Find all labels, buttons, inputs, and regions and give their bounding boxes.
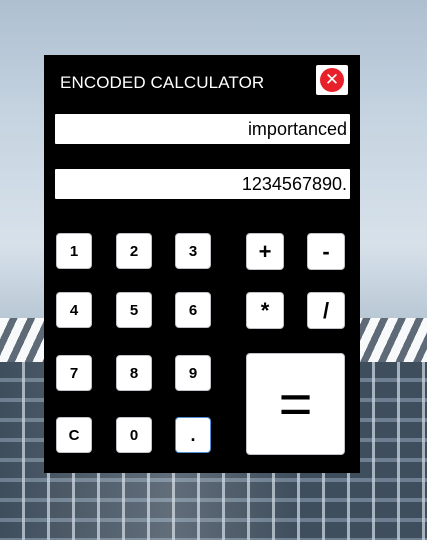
clear-button[interactable]: C xyxy=(56,417,92,453)
key-6[interactable]: 6 xyxy=(175,292,211,328)
key-5[interactable]: 5 xyxy=(116,292,152,328)
encoded-word-display: importanced xyxy=(55,114,350,144)
key-7[interactable]: 7 xyxy=(56,355,92,391)
window-title: ENCODED CALCULATOR xyxy=(60,73,265,92)
key-2[interactable]: 2 xyxy=(116,233,152,269)
close-icon: ✕ xyxy=(320,68,344,92)
equals-button[interactable]: = xyxy=(246,353,345,455)
key-3[interactable]: 3 xyxy=(175,233,211,269)
key-9[interactable]: 9 xyxy=(175,355,211,391)
key-8[interactable]: 8 xyxy=(116,355,152,391)
divide-button[interactable]: / xyxy=(307,292,345,329)
plus-button[interactable]: + xyxy=(246,233,284,270)
close-button[interactable]: ✕ xyxy=(316,65,348,95)
key-4[interactable]: 4 xyxy=(56,292,92,328)
calculator-window: ENCODED CALCULATOR ✕ importanced 1234567… xyxy=(44,55,360,473)
number-display: 1234567890. xyxy=(55,169,350,199)
decimal-point-button[interactable]: . xyxy=(175,417,211,453)
multiply-button[interactable]: * xyxy=(246,292,284,329)
key-1[interactable]: 1 xyxy=(56,233,92,269)
minus-button[interactable]: - xyxy=(307,233,345,270)
key-0[interactable]: 0 xyxy=(116,417,152,453)
